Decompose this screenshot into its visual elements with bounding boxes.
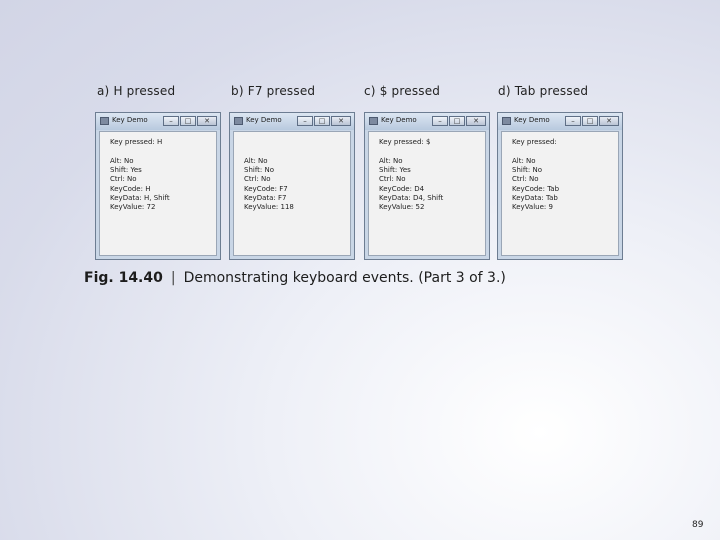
key-demo-window: Key Demo – □ ✕ Key pressed: $ Alt: No Sh… (364, 112, 490, 260)
ctrl-line: Ctrl: No (512, 175, 539, 184)
app-icon (234, 117, 243, 125)
keycode-line: KeyCode: Tab (512, 184, 560, 193)
title-bar[interactable]: Key Demo – □ ✕ (230, 113, 354, 130)
close-button[interactable]: ✕ (331, 116, 351, 126)
shift-line: Shift: Yes (379, 166, 411, 175)
alt-line: Alt: No (512, 157, 536, 165)
ctrl-line: Ctrl: No (244, 175, 271, 184)
close-button[interactable]: ✕ (466, 116, 486, 126)
shift-line: Shift: Yes (110, 166, 142, 175)
app-icon (369, 117, 378, 125)
app-icon (100, 117, 109, 125)
keydata-line: KeyData: Tab (512, 193, 558, 202)
key-info-label: Alt: No Shift: No Ctrl: No KeyCode: Tab … (512, 157, 559, 212)
ctrl-line: Ctrl: No (110, 175, 137, 184)
figure-separator: | (170, 270, 176, 286)
app-icon (502, 117, 511, 125)
key-info-label: Alt: No Shift: No Ctrl: No KeyCode: F7 K… (244, 157, 294, 212)
key-pressed-label: Key pressed: (512, 138, 557, 146)
alt-line: Alt: No (379, 157, 403, 165)
figure-caption: Fig. 14.40 | Demonstrating keyboard events… (84, 270, 506, 286)
keyvalue-line: KeyValue: 72 (110, 203, 156, 212)
shift-line: Shift: No (512, 166, 543, 175)
minimize-button[interactable]: – (163, 116, 179, 126)
key-demo-window: Key Demo – □ ✕ Alt: No Shift: No Ctrl: N… (229, 112, 355, 260)
page-number: 89 (692, 520, 704, 530)
window-title: Key Demo (514, 116, 550, 124)
minimize-button[interactable]: – (297, 116, 313, 126)
keyvalue-line: KeyValue: 52 (379, 203, 425, 212)
keyvalue-line: KeyValue: 118 (244, 203, 294, 212)
client-area: Alt: No Shift: No Ctrl: No KeyCode: F7 K… (233, 131, 351, 256)
minimize-button[interactable]: – (565, 116, 581, 126)
keydata-line: KeyData: H, Shift (110, 193, 170, 202)
keycode-line: KeyCode: H (110, 184, 151, 193)
keycode-line: KeyCode: F7 (244, 184, 288, 193)
ctrl-line: Ctrl: No (379, 175, 406, 184)
panel-caption: c) $ pressed (364, 84, 441, 98)
key-info-label: Alt: No Shift: Yes Ctrl: No KeyCode: D4 … (379, 157, 443, 212)
minimize-button[interactable]: – (432, 116, 448, 126)
key-pressed-label: Key pressed: $ (379, 138, 431, 146)
maximize-button[interactable]: □ (314, 116, 330, 126)
close-button[interactable]: ✕ (197, 116, 217, 126)
keycode-line: KeyCode: D4 (379, 184, 425, 193)
panel-caption: b) F7 pressed (231, 84, 316, 98)
title-bar[interactable]: Key Demo – □ ✕ (498, 113, 622, 130)
figure-label: Fig. 14.40 (84, 270, 163, 286)
key-info-label: Alt: No Shift: Yes Ctrl: No KeyCode: H K… (110, 157, 170, 212)
client-area: Key pressed: Alt: No Shift: No Ctrl: No … (501, 131, 619, 256)
key-demo-window: Key Demo – □ ✕ Key pressed: Alt: No Shif… (497, 112, 623, 260)
client-area: Key pressed: H Alt: No Shift: Yes Ctrl: … (99, 131, 217, 256)
window-title: Key Demo (112, 116, 148, 124)
keydata-line: KeyData: F7 (244, 193, 287, 202)
keydata-line: KeyData: D4, Shift (379, 193, 444, 202)
key-pressed-label: Key pressed: H (110, 138, 163, 146)
alt-line: Alt: No (110, 157, 134, 165)
title-bar[interactable]: Key Demo – □ ✕ (96, 113, 220, 130)
maximize-button[interactable]: □ (582, 116, 598, 126)
maximize-button[interactable]: □ (180, 116, 196, 126)
window-title: Key Demo (381, 116, 417, 124)
close-button[interactable]: ✕ (599, 116, 619, 126)
client-area: Key pressed: $ Alt: No Shift: Yes Ctrl: … (368, 131, 486, 256)
figure-text: Demonstrating keyboard events. (Part 3 o… (183, 270, 506, 286)
shift-line: Shift: No (244, 166, 275, 175)
panel-caption: a) H pressed (97, 84, 176, 98)
panel-caption: d) Tab pressed (498, 84, 589, 98)
alt-line: Alt: No (244, 157, 268, 165)
key-demo-window: Key Demo – □ ✕ Key pressed: H Alt: No Sh… (95, 112, 221, 260)
title-bar[interactable]: Key Demo – □ ✕ (365, 113, 489, 130)
window-title: Key Demo (246, 116, 282, 124)
keyvalue-line: KeyValue: 9 (512, 203, 553, 212)
maximize-button[interactable]: □ (449, 116, 465, 126)
